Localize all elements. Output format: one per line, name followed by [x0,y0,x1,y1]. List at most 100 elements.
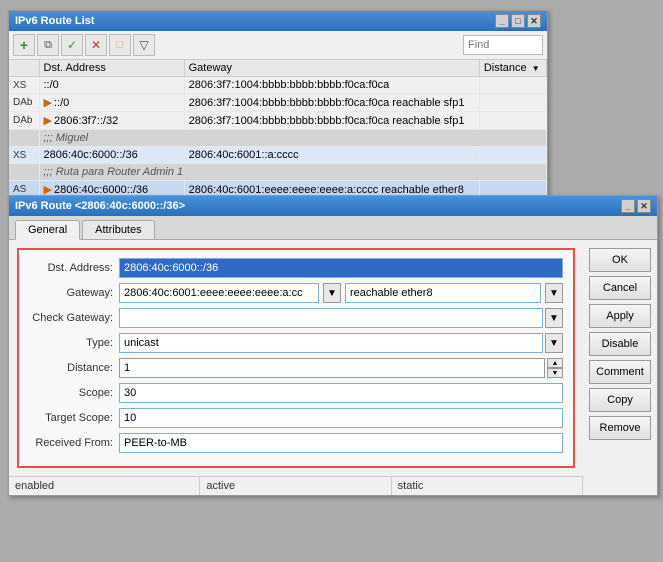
toolbar: + ⧉ ✓ ✕ □ ▽ [9,31,547,60]
scope-row: Scope: [29,383,563,403]
tab-bar: General Attributes [9,216,657,240]
gateway-row: Gateway: ▼ ▼ [29,283,563,303]
close-button[interactable]: ✕ [527,14,541,28]
distance-spinner: ▲ ▼ [547,358,563,378]
table-row[interactable]: DAb ▶::/0 2806:3f7:1004:bbbb:bbbb:bbbb:f… [9,94,547,112]
detail-content: Dst. Address: Gateway: ▼ ▼ Check Gateway… [9,240,657,495]
gateway-label: Gateway: [29,287,119,299]
received-from-label: Received From: [29,437,119,449]
dst-address-input[interactable] [119,258,563,278]
ok-button[interactable]: OK [589,248,651,272]
form-and-fields: Dst. Address: Gateway: ▼ ▼ Check Gateway… [9,240,583,495]
gateway-type-dropdown-btn[interactable]: ▼ [545,283,563,303]
col-distance[interactable]: Distance ▼ [479,60,546,77]
gateway-type-input[interactable] [345,283,541,303]
status-static: static [392,477,583,495]
gateway-input[interactable] [119,283,319,303]
table-row[interactable]: DAb ▶2806:3f7::/32 2806:3f7:1004:bbbb:bb… [9,112,547,130]
row-gw: 2806:40c:6001::a:cccc [184,147,479,164]
comment-button[interactable]: □ [109,34,131,56]
route-detail-controls: _ ✕ [621,199,651,213]
route-list-controls: _ □ ✕ [495,14,541,28]
status-bar: enabled active static [9,476,583,495]
row-gw: 2806:3f7:1004:bbbb:bbbb:bbbb:f0ca:f0ca r… [184,94,479,112]
spin-up-button[interactable]: ▲ [547,358,563,368]
status-enabled: enabled [9,477,200,495]
row-dist [479,77,546,94]
row-flags: XS [9,147,39,164]
type-dropdown-btn[interactable]: ▼ [545,333,563,353]
add-button[interactable]: + [13,34,35,56]
row-dist [479,147,546,164]
remove-button[interactable]: Remove [589,416,651,440]
minimize-button[interactable]: _ [495,14,509,28]
delete-button[interactable]: ✕ [85,34,107,56]
tab-general[interactable]: General [15,220,80,240]
spin-down-button[interactable]: ▼ [547,368,563,378]
route-table-container: Dst. Address Gateway Distance ▼ XS ::/0 … [9,60,547,199]
row-dist [479,112,546,130]
table-row[interactable]: XS ::/0 2806:3f7:1004:bbbb:bbbb:bbbb:f0c… [9,77,547,94]
close-button[interactable]: ✕ [637,199,651,213]
row-dist [479,94,546,112]
arrow-icon: ▶ [44,115,52,127]
dst-address-row: Dst. Address: [29,258,563,278]
dst-address-label: Dst. Address: [29,262,119,274]
copy-button[interactable]: Copy [589,388,651,412]
search-input[interactable] [463,35,543,55]
route-list-title: IPv6 Route List [15,15,94,27]
received-from-row: Received From: [29,433,563,453]
col-dst[interactable]: Dst. Address [39,60,184,77]
route-detail-window: IPv6 Route <2806:40c:6000::/36> _ ✕ Gene… [8,195,658,496]
target-scope-input[interactable] [119,408,563,428]
row-dst: 2806:40c:6000::/36 [39,147,184,164]
status-active: active [200,477,391,495]
distance-inputs: ▲ ▼ [119,358,563,378]
col-gateway[interactable]: Gateway [184,60,479,77]
disable-button[interactable]: Disable [589,332,651,356]
row-dst: ▶::/0 [39,94,184,112]
comment-button[interactable]: Comment [589,360,651,384]
cancel-button[interactable]: Cancel [589,276,651,300]
target-scope-row: Target Scope: [29,408,563,428]
row-dst: ▶2806:3f7::/32 [39,112,184,130]
scope-label: Scope: [29,387,119,399]
route-detail-titlebar: IPv6 Route <2806:40c:6000::/36> _ ✕ [9,196,657,216]
table-row[interactable]: XS 2806:40c:6000::/36 2806:40c:6001::a:c… [9,147,547,164]
check-gateway-input[interactable] [119,308,543,328]
filter-button[interactable]: ▽ [133,34,155,56]
group-header-row: ;;; Ruta para Router Admin 1 [9,164,547,181]
group-flags [9,130,39,147]
row-gw: 2806:3f7:1004:bbbb:bbbb:bbbb:f0ca:f0ca [184,77,479,94]
row-flags: DAb [9,112,39,130]
maximize-button[interactable]: □ [511,14,525,28]
distance-input[interactable] [119,358,545,378]
check-gateway-label: Check Gateway: [29,312,119,324]
received-from-input[interactable] [119,433,563,453]
row-flags: DAb [9,94,39,112]
distance-row: Distance: ▲ ▼ [29,358,563,378]
group-label: ;;; Miguel [39,130,547,147]
group-label: ;;; Ruta para Router Admin 1 [39,164,547,181]
copy-item-button[interactable]: ⧉ [37,34,59,56]
apply-button[interactable]: Apply [589,304,651,328]
check-button[interactable]: ✓ [61,34,83,56]
gateway-dropdown-btn[interactable]: ▼ [323,283,341,303]
type-input[interactable] [119,333,543,353]
group-flags [9,164,39,181]
tab-attributes[interactable]: Attributes [82,220,154,239]
type-row: Type: ▼ [29,333,563,353]
row-dst: ::/0 [39,77,184,94]
group-header-row: ;;; Miguel [9,130,547,147]
check-gateway-dropdown-btn[interactable]: ▼ [545,308,563,328]
route-detail-title: IPv6 Route <2806:40c:6000::/36> [15,200,185,212]
arrow-icon: ▶ [44,97,52,109]
sort-arrow: ▼ [532,64,540,73]
row-flags: XS [9,77,39,94]
check-gateway-row: Check Gateway: ▼ [29,308,563,328]
scope-input[interactable] [119,383,563,403]
route-list-window: IPv6 Route List _ □ ✕ + ⧉ ✓ ✕ □ ▽ Dst. A… [8,10,548,200]
type-label: Type: [29,337,119,349]
route-table: Dst. Address Gateway Distance ▼ XS ::/0 … [9,60,547,199]
minimize-button[interactable]: _ [621,199,635,213]
